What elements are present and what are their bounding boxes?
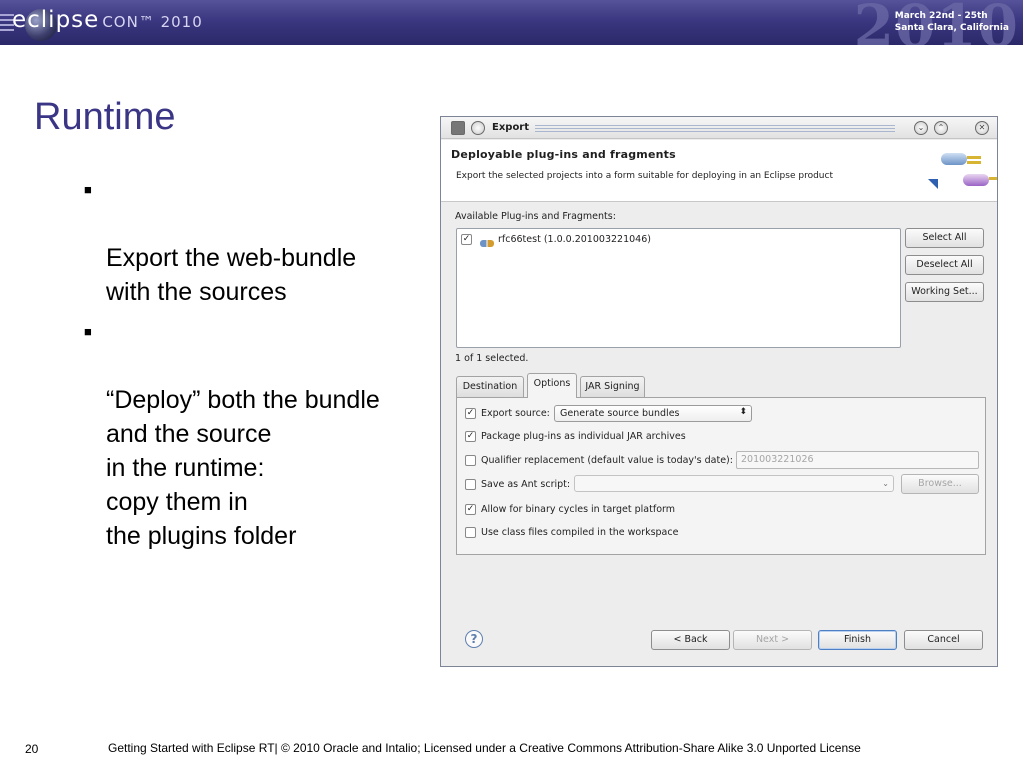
- maximize-icon[interactable]: ⌃: [934, 121, 948, 135]
- class-files-checkbox[interactable]: [465, 527, 476, 538]
- wizard-header: Deployable plug-ins and fragments Export…: [441, 140, 997, 202]
- plug-prong-icon: [967, 161, 981, 164]
- footer-license: Getting Started with Eclipse RT| © 2010 …: [108, 741, 861, 755]
- next-button[interactable]: Next >: [733, 630, 812, 650]
- package-jar-checkbox[interactable]: ✓: [465, 431, 476, 442]
- eclipsecon-logo: eclipse CON™ 2010: [12, 7, 203, 41]
- banner-location-line: Santa Clara, California: [894, 23, 1009, 33]
- available-plugins-label: Available Plug-ins and Fragments:: [455, 211, 616, 222]
- finish-button[interactable]: Finish: [818, 630, 897, 650]
- export-source-label: Export source:: [481, 408, 550, 419]
- package-jar-label: Package plug-ins as individual JAR archi…: [481, 431, 686, 442]
- working-set-button[interactable]: Working Set...: [905, 282, 984, 302]
- bullet-list: ■ Export the web-bundle with the sources…: [82, 173, 427, 559]
- options-panel: ✓ Export source: Generate source bundles…: [456, 397, 986, 555]
- bullet-text: “Deploy” both the bundle and the source …: [106, 386, 380, 550]
- ant-script-label: Save as Ant script:: [481, 479, 571, 490]
- banner-dates: March 22nd - 25th Santa Clara, Californi…: [895, 10, 1009, 34]
- ant-script-checkbox[interactable]: [465, 479, 476, 490]
- combo-arrows-icon: ⬍: [739, 407, 747, 417]
- window-menu-icon[interactable]: [451, 121, 465, 135]
- wizard-description: Export the selected projects into a form…: [456, 171, 833, 181]
- bullet-square-icon: ■: [84, 182, 92, 197]
- bullet-square-icon: ■: [84, 324, 92, 339]
- plugin-checkbox[interactable]: ✓: [461, 234, 472, 245]
- logo-word: eclipse: [12, 7, 100, 33]
- slide-number: 20: [25, 742, 39, 756]
- bullet-text: Export the web-bundle with the sources: [106, 244, 357, 306]
- plug-prong-icon: [967, 156, 981, 159]
- class-files-label: Use class files compiled in the workspac…: [481, 527, 679, 538]
- export-source-value: Generate source bundles: [560, 408, 680, 419]
- bullet-item: ■ “Deploy” both the bundle and the sourc…: [82, 315, 427, 553]
- qualifier-input[interactable]: 201003221026: [736, 451, 979, 469]
- plugin-list[interactable]: ✓ rfc66test (1.0.0.201003221046): [456, 228, 901, 348]
- export-dialog: Export ⌄ ⌃ ✕ Deployable plug-ins and fra…: [440, 116, 998, 667]
- minimize-icon[interactable]: ⌄: [914, 121, 928, 135]
- ant-script-select[interactable]: ⌄: [574, 475, 894, 492]
- tab-jar-signing[interactable]: JAR Signing: [580, 376, 645, 397]
- help-icon[interactable]: ?: [465, 630, 483, 648]
- banner-date-line: March 22nd - 25th: [894, 11, 988, 21]
- slide-title: Runtime: [34, 96, 176, 138]
- browse-button[interactable]: Browse...: [901, 474, 979, 494]
- pin-icon[interactable]: [471, 121, 485, 135]
- arrow-icon: [928, 179, 938, 189]
- export-source-select[interactable]: Generate source bundles ⬍: [554, 405, 752, 422]
- titlebar-stripes: [535, 125, 895, 133]
- cancel-button[interactable]: Cancel: [904, 630, 983, 650]
- tab-options[interactable]: Options: [527, 373, 577, 398]
- selected-count: 1 of 1 selected.: [455, 353, 529, 364]
- plugin-icon: [480, 240, 494, 247]
- tab-destination[interactable]: Destination: [456, 376, 524, 397]
- wizard-title: Deployable plug-ins and fragments: [451, 148, 676, 161]
- list-item[interactable]: ✓ rfc66test (1.0.0.201003221046): [461, 233, 761, 247]
- close-icon[interactable]: ✕: [975, 121, 989, 135]
- dialog-title: Export: [492, 122, 530, 133]
- plugin-export-icon: [963, 174, 989, 186]
- chevron-down-icon: ⌄: [882, 479, 889, 488]
- plugin-export-icon: [941, 153, 967, 165]
- deselect-all-button[interactable]: Deselect All: [905, 255, 984, 275]
- back-button[interactable]: < Back: [651, 630, 730, 650]
- qualifier-label: Qualifier replacement (default value is …: [481, 455, 733, 466]
- plug-prong-icon: [989, 177, 997, 180]
- conference-banner: eclipse CON™ 2010 2010 March 22nd - 25th …: [0, 0, 1023, 45]
- qualifier-checkbox[interactable]: [465, 455, 476, 466]
- dialog-titlebar: Export ⌄ ⌃ ✕: [441, 117, 997, 139]
- binary-cycles-checkbox[interactable]: ✓: [465, 504, 476, 515]
- logo-con: CON™ 2010: [102, 13, 203, 31]
- binary-cycles-label: Allow for binary cycles in target platfo…: [481, 504, 675, 515]
- export-source-checkbox[interactable]: ✓: [465, 408, 476, 419]
- plugin-label: rfc66test (1.0.0.201003221046): [498, 234, 651, 245]
- select-all-button[interactable]: Select All: [905, 228, 984, 248]
- bullet-item: ■ Export the web-bundle with the sources: [82, 173, 427, 309]
